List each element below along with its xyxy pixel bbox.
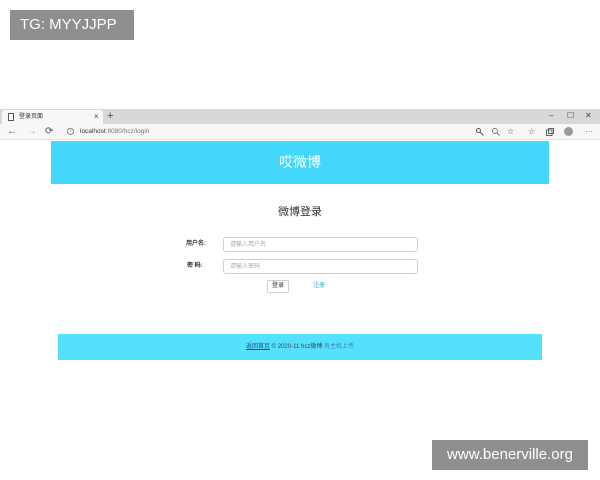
- back-arrow-icon[interactable]: ←: [7, 125, 17, 139]
- more-icon[interactable]: ···: [585, 126, 593, 138]
- site-header: 哎微博: [51, 141, 549, 184]
- new-tab-button[interactable]: +: [107, 109, 113, 124]
- home-link[interactable]: 返回首页: [246, 344, 270, 350]
- tab-title: 登录页面: [19, 114, 44, 120]
- tab-close-icon[interactable]: ×: [94, 111, 99, 123]
- address-bar[interactable]: localhost:8080/hcz/login: [80, 127, 149, 137]
- browser-toolbar: ← → ⟳ i localhost:8080/hcz/login ☆ ☆ ···: [0, 124, 600, 140]
- tab-login-page[interactable]: 登录页面 ×: [2, 110, 103, 124]
- forward-arrow-icon[interactable]: →: [27, 125, 37, 139]
- login-page: 哎微博 微博登录 用户名: 密 码: 登录 注册 返回首页 © 2020-11 …: [0, 141, 600, 409]
- zoom-icon[interactable]: [492, 128, 500, 136]
- username-input[interactable]: [223, 237, 418, 252]
- url-path: :8080/hcz/login: [105, 128, 150, 135]
- tab-bar: 登录页面 × + – ☐ ✕: [0, 109, 600, 124]
- copyright-text: © 2020-11 hcz微博: [269, 344, 324, 350]
- watermark-top-label: TG: MYYJJPP: [10, 10, 134, 40]
- browser-window: 登录页面 × + – ☐ ✕ ← → ⟳ i localhost:8080/hc…: [0, 109, 600, 409]
- password-input[interactable]: [223, 259, 418, 274]
- info-icon[interactable]: i: [67, 128, 74, 135]
- star-icon[interactable]: ☆: [507, 126, 514, 138]
- login-title: 微博登录: [278, 206, 322, 218]
- document-icon: [8, 113, 14, 121]
- profile-avatar-icon[interactable]: [564, 127, 573, 136]
- key-icon[interactable]: [476, 128, 484, 136]
- maximize-button[interactable]: ☐: [567, 109, 574, 122]
- site-footer: 返回首页 © 2020-11 hcz微博 有主机上传: [58, 334, 542, 360]
- login-button[interactable]: 登录: [267, 280, 289, 293]
- favorites-icon[interactable]: ☆: [528, 126, 535, 138]
- reload-icon[interactable]: ⟳: [45, 125, 53, 139]
- register-link[interactable]: 注册: [313, 282, 325, 290]
- upload-link[interactable]: 有主机上传: [324, 344, 354, 350]
- watermark-bottom-label: www.benerville.org: [432, 440, 588, 470]
- collections-icon[interactable]: [546, 128, 554, 136]
- close-window-button[interactable]: ✕: [585, 109, 592, 122]
- password-label: 密 码:: [187, 263, 203, 269]
- url-host: localhost: [80, 128, 106, 135]
- minimize-button[interactable]: –: [549, 109, 553, 122]
- username-label: 用户名:: [186, 241, 206, 247]
